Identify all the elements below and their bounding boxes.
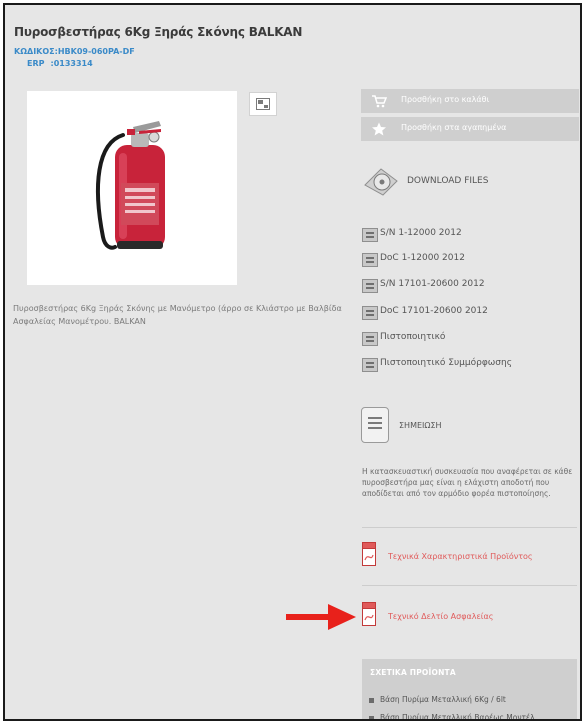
download-item[interactable]: S/N 17101-20600 2012 — [362, 278, 580, 296]
add-to-favorites-button[interactable]: Προσθήκη στα αγαπημένα — [361, 117, 579, 141]
file-icon — [362, 358, 378, 372]
add-to-favorites-label: Προσθήκη στα αγαπημένα — [401, 123, 507, 132]
fire-extinguisher-image — [95, 121, 165, 250]
safety-sheet-label: Τεχνικό Δελτίο Ασφαλείας — [388, 612, 494, 621]
download-item[interactable]: DoC 1-12000 2012 — [362, 252, 580, 270]
erp-code: ERP :0133314 — [27, 59, 99, 68]
product-code-label: ΚΩΔΙΚΟΣ: — [14, 47, 58, 56]
download-item-label: Πιστοποιητικό Συμμόρφωσης — [380, 358, 512, 368]
download-item[interactable]: S/N 1-12000 2012 — [362, 227, 580, 245]
file-icon — [362, 306, 378, 320]
safety-sheet-link[interactable]: Τεχνικό Δελτίο Ασφαλείας — [362, 602, 577, 632]
download-item-label: DoC 1-12000 2012 — [380, 253, 465, 263]
product-title: Πυροσβεστήρας 6Kg Ξηράς Σκόνης BALKAN — [14, 25, 303, 39]
erp-value: :0133314 — [50, 59, 93, 68]
pdf-icon — [362, 602, 376, 626]
erp-label: ERP — [27, 59, 45, 68]
related-product-item[interactable]: Βάση Πυρίμα Μεταλλική Βαρέως Μοντέλ — [369, 713, 535, 719]
pdf-icon — [362, 542, 376, 566]
note-text: Η κατασκευαστική συσκευασία που αναφέρετ… — [362, 467, 573, 498]
download-item[interactable]: Πιστοποιητικό — [362, 331, 580, 349]
cart-icon — [372, 95, 387, 108]
product-description: Πυροσβεστήρας 6Kg Ξηράς Σκόνης με Μανόμε… — [13, 304, 342, 326]
product-code: ΚΩΔΙΚΟΣ:HBK09-060PA-DF — [14, 47, 135, 56]
download-item[interactable]: DoC 17101-20600 2012 — [362, 305, 580, 323]
tech-specs-link[interactable]: Τεχνικά Χαρακτηριστικά Προϊόντος — [362, 542, 577, 572]
related-product-item[interactable]: Βάση Πυρίμα Μεταλλική 6Kg / 6lt — [369, 695, 506, 704]
note-label: ΣΗΜΕΙΩΣΗ — [399, 421, 442, 430]
file-icon — [362, 332, 378, 346]
divider — [362, 585, 577, 586]
disc-download-icon — [364, 168, 398, 196]
star-icon — [372, 122, 386, 136]
download-item-label: S/N 17101-20600 2012 — [380, 279, 485, 289]
product-image[interactable] — [27, 91, 237, 285]
download-item[interactable]: Πιστοποιητικό Συμμόρφωσης — [362, 357, 580, 375]
note-icon — [361, 407, 389, 443]
zoom-button[interactable] — [249, 92, 277, 116]
divider — [362, 527, 577, 528]
add-to-cart-label: Προσθήκη στο καλάθι — [401, 95, 490, 104]
download-item-label: S/N 1-12000 2012 — [380, 228, 462, 238]
related-products-title: ΣΧΕΤΙΚΑ ΠΡΟΪΟΝΤΑ — [370, 668, 456, 677]
product-code-value: HBK09-060PA-DF — [57, 47, 135, 56]
product-page: Πυροσβεστήρας 6Kg Ξηράς Σκόνης BALKAN ΚΩ… — [3, 3, 582, 721]
file-icon — [362, 253, 378, 267]
add-to-cart-button[interactable]: Προσθήκη στο καλάθι — [361, 89, 579, 113]
note-header: ΣΗΜΕΙΩΣΗ — [361, 407, 579, 447]
tech-specs-label: Τεχνικά Χαρακτηριστικά Προϊόντος — [388, 552, 533, 561]
related-products-panel: ΣΧΕΤΙΚΑ ΠΡΟΪΟΝΤΑ Βάση Πυρίμα Μεταλλική 6… — [362, 659, 577, 719]
download-item-label: Πιστοποιητικό — [380, 332, 446, 342]
download-files-label: DOWNLOAD FILES — [407, 176, 489, 186]
zoom-icon — [256, 98, 270, 110]
red-arrow-icon — [286, 604, 356, 630]
download-files-header: DOWNLOAD FILES — [361, 163, 579, 199]
file-icon — [362, 228, 378, 242]
download-item-label: DoC 17101-20600 2012 — [380, 306, 488, 316]
file-icon — [362, 279, 378, 293]
